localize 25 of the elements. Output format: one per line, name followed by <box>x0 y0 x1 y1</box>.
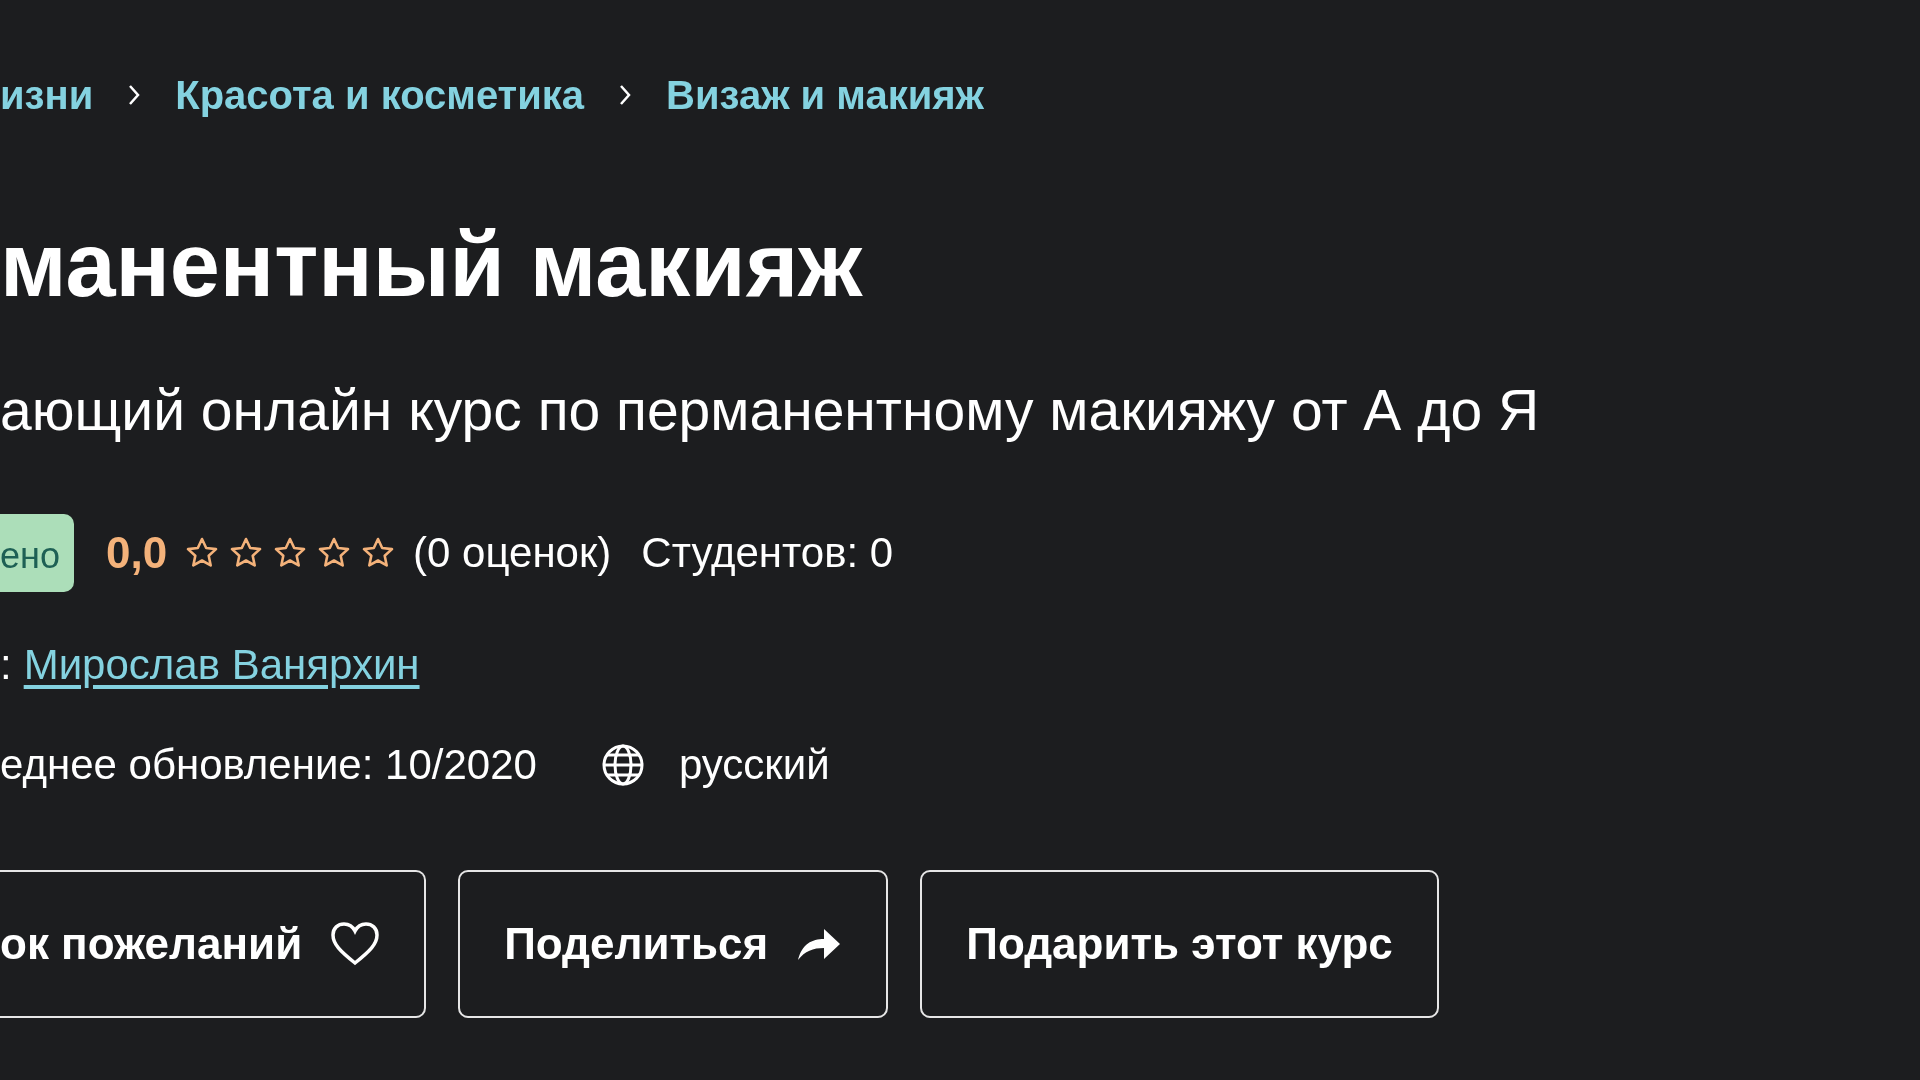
star-icon <box>185 536 220 570</box>
rating-count: (0 оценок) <box>413 529 612 577</box>
language-label: русский <box>678 740 830 790</box>
star-icon <box>229 536 264 570</box>
chevron-icon <box>127 83 142 107</box>
course-title: манентный макияж <box>0 214 864 317</box>
star-icon <box>273 536 308 570</box>
star-icon <box>317 536 352 570</box>
heart-icon <box>330 921 381 967</box>
globe-icon <box>600 743 645 787</box>
author-link[interactable]: Мирослав Ванярхин <box>23 635 420 695</box>
chevron-icon <box>618 83 633 107</box>
breadcrumb-link[interactable]: Красота и косметика <box>175 72 585 118</box>
course-subtitle: ающий онлайн курс по перманентному макияжу от А до Я <box>0 377 1541 444</box>
last-updated: еднее обновление: 10/2020 <box>0 740 537 790</box>
rating-score: 0,0 <box>105 528 168 578</box>
share-button[interactable]: Поделиться <box>458 870 889 1018</box>
wishlist-button[interactable]: ок пожеланий <box>0 870 427 1018</box>
status-badge: ено <box>0 514 74 592</box>
star-icon <box>361 536 396 570</box>
students-count: Студентов: 0 <box>641 529 894 577</box>
breadcrumb-link[interactable]: Визаж и макияж <box>666 72 984 118</box>
author-label: : <box>0 640 12 690</box>
breadcrumb-link[interactable]: изни <box>0 72 94 118</box>
gift-course-button[interactable]: Подарить этот курс <box>920 870 1439 1018</box>
